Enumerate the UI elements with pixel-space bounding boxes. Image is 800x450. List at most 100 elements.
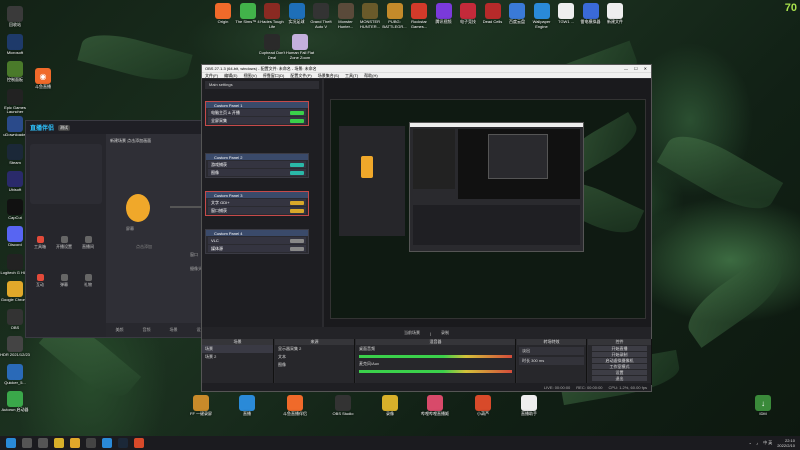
menu-item[interactable]: 场景集合(S) — [318, 73, 339, 78]
close-icon[interactable]: ✕ — [644, 66, 647, 71]
status-pill[interactable] — [290, 246, 304, 251]
panel-row[interactable]: 全屏采集 — [208, 117, 306, 124]
controls-dock[interactable]: 控件 开始直播 开始录制 启动虚拟摄像机 工作室模式 设置 退出 — [588, 339, 652, 385]
desktop-icon-recycle-bin[interactable]: 回收站 — [0, 6, 30, 28]
sources-dock[interactable]: 来源 显示器采集 2 文本 图像 — [275, 339, 355, 385]
obs-titlebar[interactable]: OBS 27.1.3 (64-bit, windows) - 配置文件: 未命名… — [202, 65, 651, 72]
live-assistant-titlebar[interactable]: 直播伴侣 测试 — [26, 121, 214, 134]
desktop-icon-recorder[interactable]: 录像 — [375, 395, 405, 417]
desktop-icon-human-fall-flat[interactable]: Human Fall Flat Zone Zoom — [285, 34, 315, 60]
start-streaming-button[interactable]: 开始直播 — [592, 346, 647, 351]
custom-panel-card[interactable]: Custom Panel 1 电脑主页 & 开播 全屏采集 — [205, 101, 309, 126]
footer-beauty[interactable]: 美颜 — [116, 327, 124, 333]
status-pill[interactable] — [290, 208, 304, 213]
wifi-icon[interactable]: ◔ — [749, 441, 751, 446]
desktop-icon-obs-studio[interactable]: OBS Studio — [328, 395, 358, 417]
add-source-screen[interactable] — [126, 194, 150, 222]
source-item[interactable]: 图像 — [275, 361, 354, 369]
desktop-icon-cuphead[interactable]: Cuphead Don't Deal — [257, 34, 287, 60]
desktop-icon-douyu-companion[interactable]: 斗鱼直播伴侣 — [280, 395, 310, 417]
desktop-icon-bili-live[interactable]: 哔哩哔哩直播姬 — [420, 395, 450, 417]
panel-row[interactable]: 媒体源 — [208, 245, 306, 252]
status-pill[interactable] — [290, 162, 304, 167]
transition-duration[interactable]: 时长 300 ms — [519, 357, 584, 365]
desktop-icon-ff[interactable]: FF 一键录屏 — [186, 395, 216, 417]
desktop-icon-idm[interactable]: ↓ IDM — [748, 395, 778, 417]
desktop-icon-epic-games[interactable]: Epic Games Launcher — [0, 88, 30, 115]
emulator-icon — [582, 3, 599, 19]
obs-task-icon[interactable] — [86, 438, 96, 448]
desktop-icon-hulu[interactable]: 小葫芦 — [468, 395, 498, 417]
task-view-icon[interactable] — [38, 438, 48, 448]
input-language[interactable]: 中 英 — [763, 440, 772, 446]
custom-panel-card[interactable]: Custom Panel 4 VLC 媒体源 — [205, 229, 309, 254]
panel-row[interactable]: 图像 — [208, 169, 306, 176]
edge-task-icon[interactable] — [102, 438, 112, 448]
source-item[interactable]: 文本 — [275, 353, 354, 361]
menu-item[interactable]: 工具(T) — [345, 73, 358, 78]
chrome-task-icon[interactable] — [70, 438, 80, 448]
desktop-icon-autorun[interactable]: Autorun 启动器 — [0, 391, 30, 413]
footer-scene[interactable]: 场景 — [170, 327, 178, 333]
tool-toolbox[interactable]: 工具箱 — [30, 236, 50, 250]
source-item[interactable]: 显示器采集 2 — [275, 345, 354, 353]
desktop-icon-control-panel[interactable]: 控制面板 — [0, 61, 30, 83]
panel-row[interactable]: 电脑主页 & 开播 — [208, 109, 306, 116]
desktop-icon-douyu[interactable]: ◉ 斗鱼直播 — [28, 68, 58, 90]
volume-icon[interactable]: ♪ — [756, 441, 758, 446]
footer-audio[interactable]: 音频 — [143, 327, 151, 333]
menu-item[interactable]: 视图(V) — [243, 73, 256, 78]
scene-item[interactable]: 场景 2 — [202, 353, 273, 361]
menu-item[interactable]: 编辑(E) — [224, 73, 237, 78]
maximize-icon[interactable]: ☐ — [634, 66, 638, 71]
search-icon[interactable] — [22, 438, 32, 448]
menu-item[interactable]: 停靠窗口(D) — [263, 73, 285, 78]
minimize-icon[interactable]: — — [624, 66, 628, 71]
transitions-dock[interactable]: 转场特效 淡出 时长 300 ms — [517, 339, 587, 385]
tool-danmaku[interactable]: 弹幕 — [54, 274, 74, 288]
start-recording-button[interactable]: 开始录制 — [592, 352, 647, 357]
live-assistant-window[interactable]: 直播伴侣 测试 工具箱 开播设置 直播间 互动 弹幕 礼物 新建场景 点击添加画… — [25, 120, 215, 338]
panel-row[interactable]: 游戏捕获 — [208, 161, 306, 168]
tool-gift[interactable]: 礼物 — [78, 274, 98, 288]
desktop-icon-new-file[interactable]: 新建文件 — [600, 3, 630, 25]
settings-button[interactable]: 设置 — [592, 370, 647, 375]
status-pill[interactable] — [290, 110, 304, 115]
virtual-camera-button[interactable]: 启动虚拟摄像机 — [592, 358, 647, 363]
desktop-icon-live[interactable]: 直播 — [232, 395, 262, 417]
studio-mode-button[interactable]: 工作室模式 — [592, 364, 647, 369]
status-pill[interactable] — [290, 238, 304, 243]
panel-row[interactable]: 窗口捕获 — [208, 207, 306, 214]
tool-live-settings[interactable]: 开播设置 — [54, 236, 74, 250]
main-settings-header[interactable]: Main settings — [205, 81, 319, 89]
status-pill[interactable] — [290, 118, 304, 123]
desktop-icon-hdr[interactable]: HDR 2021/12/23 — [0, 336, 30, 358]
desktop-icon-quicker[interactable]: Quicker_5... — [0, 363, 30, 386]
obs-window[interactable]: OBS 27.1.3 (64-bit, windows) - 配置文件: 未命名… — [201, 64, 652, 392]
obs-preview[interactable] — [324, 79, 651, 327]
scene-item[interactable]: 场景 — [202, 345, 273, 353]
start-icon[interactable] — [6, 438, 16, 448]
menu-item[interactable]: 文件(F) — [205, 73, 218, 78]
status-pill[interactable] — [290, 170, 304, 175]
mixer-dock[interactable]: 混音器 桌面音频 麦克风/Aux — [356, 339, 516, 385]
custom-panel-card[interactable]: Custom Panel 2 游戏捕获 图像 — [205, 153, 309, 178]
panel-row[interactable]: 文字 GDI+ — [208, 199, 306, 206]
source-label: 屏幕 — [126, 226, 134, 231]
menu-item[interactable]: 帮助(H) — [364, 73, 378, 78]
steam-task-icon[interactable] — [118, 438, 128, 448]
menu-item[interactable]: 配置文件(P) — [290, 73, 311, 78]
status-pill[interactable] — [290, 200, 304, 205]
panel-row[interactable]: VLC — [208, 237, 306, 244]
exit-button[interactable]: 退出 — [592, 376, 647, 381]
explorer-icon[interactable] — [54, 438, 64, 448]
desktop-icon-assistant[interactable]: 直播助手 — [514, 395, 544, 417]
clock[interactable]: 22:10 2022/2/10 — [777, 438, 795, 448]
desktop-icon-microsoft[interactable]: Microsoft — [0, 33, 30, 56]
tool-live-room[interactable]: 直播间 — [78, 236, 98, 250]
custom-panel-card[interactable]: Custom Panel 3 文字 GDI+ 窗口捕获 — [205, 191, 309, 216]
live-task-icon[interactable] — [134, 438, 144, 448]
tool-interaction[interactable]: 互动 — [30, 274, 50, 288]
transition-select[interactable]: 淡出 — [519, 347, 584, 355]
scenes-dock[interactable]: 场景 场景 场景 2 — [202, 339, 274, 385]
